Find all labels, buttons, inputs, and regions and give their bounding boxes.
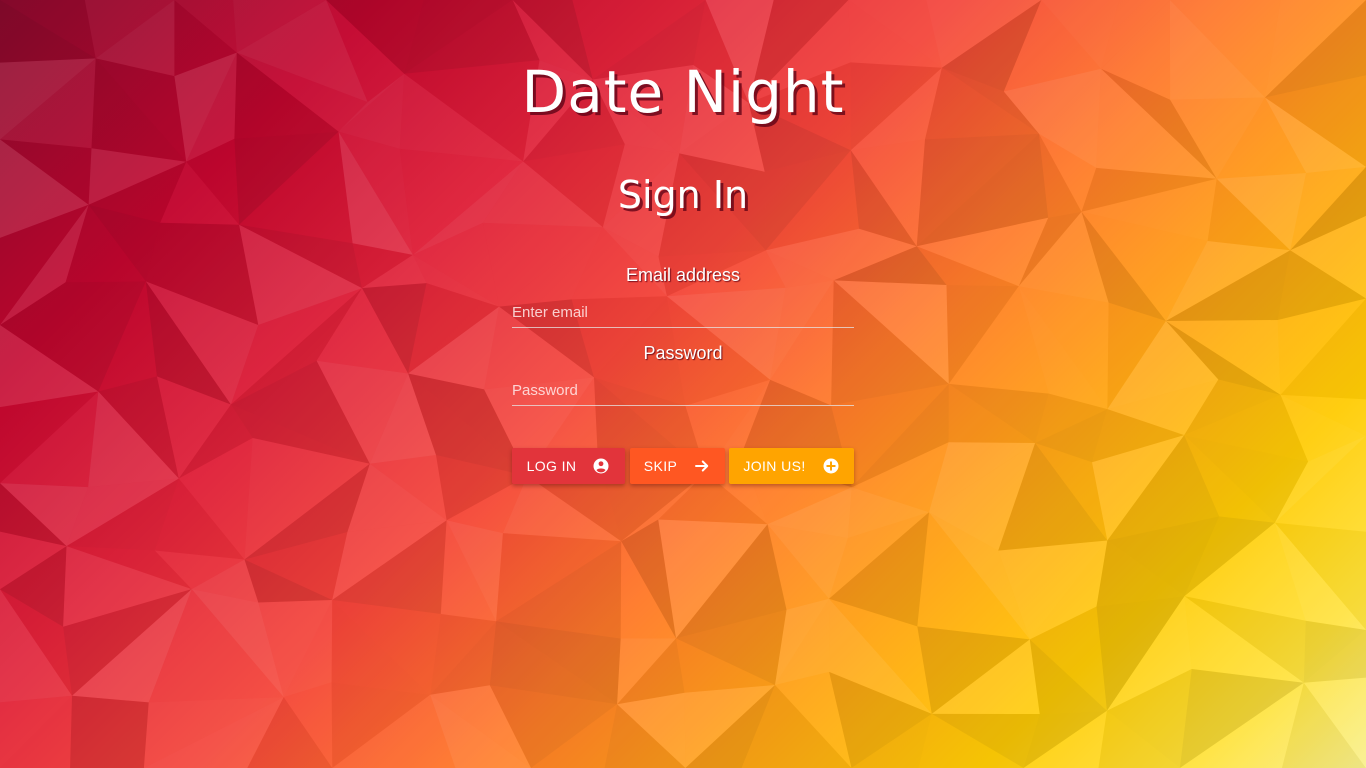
arrow-right-icon [695, 460, 709, 472]
skip-button[interactable]: SKIP [630, 448, 725, 484]
login-button[interactable]: LOG IN [512, 448, 625, 484]
app-title: Date Night [521, 58, 845, 126]
email-input[interactable] [512, 298, 854, 328]
signin-page: Date Night Sign In Email address Passwor… [0, 0, 1366, 768]
password-label: Password [643, 343, 723, 363]
signin-form: Email address Password LOG IN SKIP [512, 262, 854, 484]
email-label: Email address [625, 265, 741, 285]
add-circle-icon [823, 458, 839, 474]
password-input[interactable] [512, 376, 854, 406]
password-field-group: Password [512, 340, 854, 406]
account-circle-icon [593, 458, 609, 474]
email-field-group: Email address [512, 262, 854, 328]
join-button-label: JOIN US! [743, 458, 806, 474]
signin-heading: Sign In [617, 173, 749, 217]
action-buttons: LOG IN SKIP JOIN US! [512, 448, 854, 484]
login-button-label: LOG IN [526, 458, 577, 474]
skip-button-label: SKIP [643, 458, 678, 474]
join-button[interactable]: JOIN US! [729, 448, 854, 484]
